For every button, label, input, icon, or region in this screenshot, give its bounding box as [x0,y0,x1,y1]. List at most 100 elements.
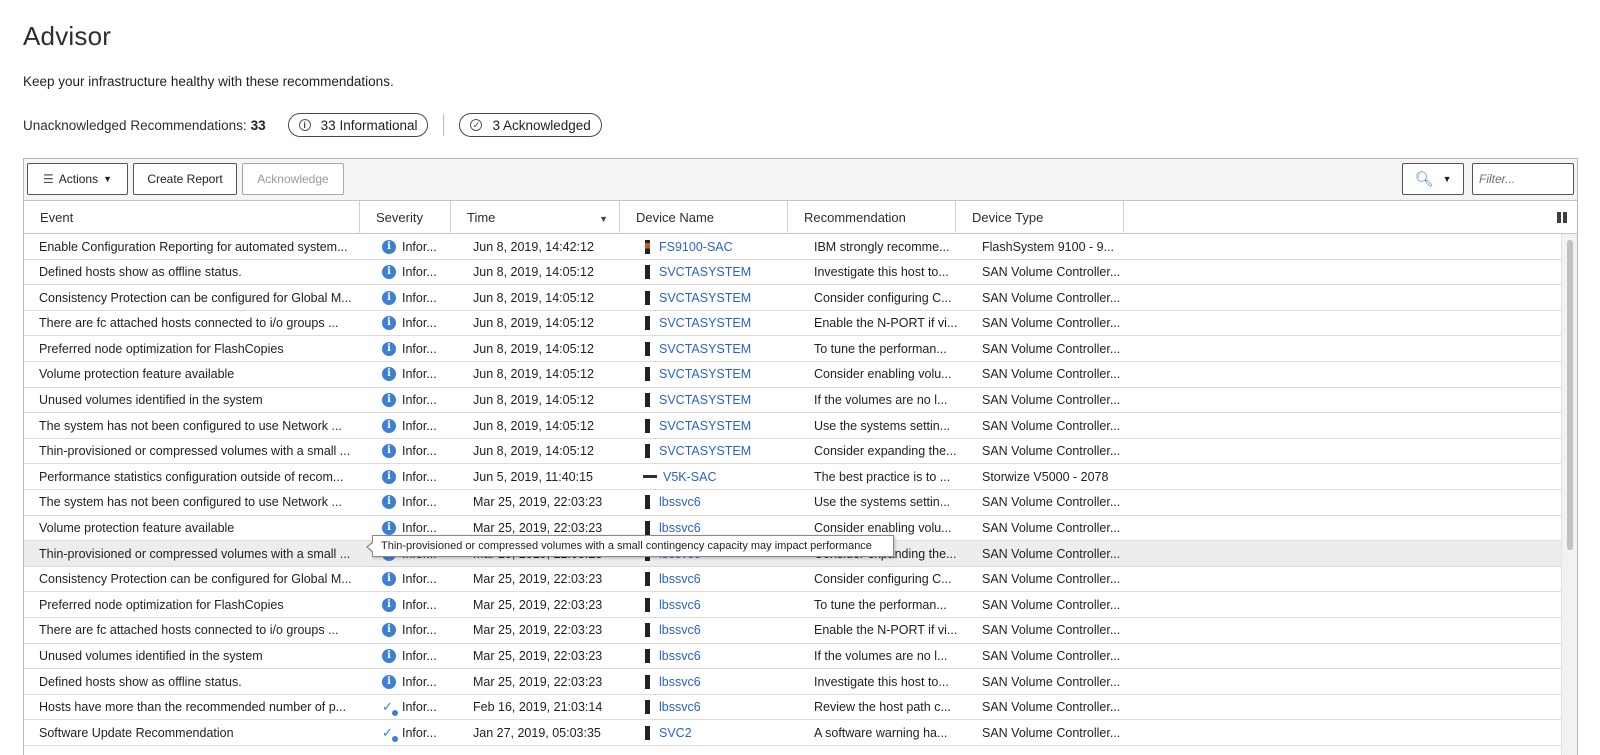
recommendation-cell: Consider configuring C... [814,290,952,305]
event-cell: Consistency Protection can be configured… [39,572,352,587]
event-cell: Defined hosts show as offline status. [39,265,242,280]
info-icon: i [382,367,396,382]
pill-divider [443,114,445,136]
time-cell: Mar 25, 2019, 22:03:23 [473,572,603,587]
info-icon: i [382,521,396,536]
device-link[interactable]: lbssvc6 [659,598,701,612]
informational-filter-pill[interactable]: i 33 Informational [287,113,429,137]
device-link[interactable]: V5K-SAC [663,470,717,484]
caret-down-icon: ▼ [103,174,113,184]
recommendation-cell: Use the systems settin... [814,495,951,510]
event-cell: Preferred node optimization for FlashCop… [39,341,284,356]
severity-label: Infor... [402,469,437,484]
device-link[interactable]: SVCTASYSTEM [659,265,751,279]
device-cell: SVCTASYSTEM [643,388,808,413]
column-header-event[interactable]: Event [24,201,360,234]
table-row[interactable]: Volume protection feature available i Inf… [24,362,1561,388]
table-row[interactable]: Preferred node optimization for FlashCop… [24,592,1561,618]
table-row[interactable]: There are fc attached hosts connected to… [24,618,1561,644]
scrollbar-thumb[interactable] [1567,240,1573,550]
info-icon: i [382,393,396,408]
grid-header: Event Severity Time ▼ Device Name Recomm… [24,201,1577,234]
acknowledge-button[interactable]: Acknowledge [242,163,344,195]
severity-cell: i Infor... [382,311,464,336]
info-icon: i [382,316,396,331]
device-link[interactable]: SVCTASYSTEM [659,444,751,458]
table-row[interactable]: Consistency Protection can be configured… [24,285,1561,311]
severity-label: Infor... [402,700,437,715]
acknowledged-filter-pill[interactable]: ✓ 3 Acknowledged [459,113,602,137]
column-header-recommendation[interactable]: Recommendation [788,201,956,234]
device-link[interactable]: lbssvc6 [659,675,701,689]
device-link[interactable]: SVCTASYSTEM [659,316,751,330]
device-type-cell: SAN Volume Controller... [982,649,1121,663]
recommendation-cell: A software warning ha... [814,725,948,740]
create-report-button[interactable]: Create Report [133,163,237,195]
svc-icon [645,341,650,356]
device-type-cell: SAN Volume Controller... [982,341,1121,356]
info-icon: i [382,341,396,356]
severity-cell: i Infor... [382,234,464,259]
event-cell: The system has not been configured to us… [39,495,342,510]
device-link[interactable]: SVC2 [659,726,692,740]
table-row[interactable]: Software Update Recommendation ✓ Infor...… [24,720,1561,746]
severity-cell: i Infor... [382,439,464,464]
recommendation-summary: Unacknowledged Recommendations: 33 i 33 … [23,113,602,137]
column-header-time[interactable]: Time ▼ [451,201,620,234]
info-icon: i [382,597,396,612]
table-row[interactable]: The system has not been configured to us… [24,490,1561,516]
filter-input[interactable] [1472,163,1574,195]
device-link[interactable]: SVCTASYSTEM [659,367,751,381]
device-link[interactable]: SVCTASYSTEM [659,393,751,407]
device-link[interactable]: lbssvc6 [659,572,701,586]
device-cell: SVCTASYSTEM [643,413,808,438]
severity-label: Infor... [402,341,437,356]
svc-icon [645,265,650,280]
vertical-scrollbar[interactable] [1561,234,1577,755]
column-header-severity[interactable]: Severity [360,201,451,234]
search-options-button[interactable]: 🔍︎ ▼ [1402,163,1464,195]
storwize-icon [643,475,657,479]
info-icon: i [382,649,396,663]
table-row[interactable]: Unused volumes identified in the system … [24,644,1561,670]
device-link[interactable]: lbssvc6 [659,649,701,663]
table-row[interactable]: Preferred node optimization for FlashCop… [24,336,1561,362]
column-header-device-type[interactable]: Device Type [956,201,1124,234]
device-link[interactable]: lbssvc6 [659,495,701,509]
table-row[interactable]: Hosts have more than the recommended num… [24,695,1561,721]
device-link[interactable]: lbssvc6 [659,521,701,535]
info-icon: i [382,623,396,638]
update-icon: ✓ [382,700,398,717]
event-cell: Consistency Protection can be configured… [39,290,352,305]
device-link[interactable]: lbssvc6 [659,623,701,637]
table-row[interactable]: Enable Configuration Reporting for autom… [24,234,1561,260]
column-header-device-name[interactable]: Device Name [620,201,788,234]
table-row[interactable]: Unused volumes identified in the system … [24,388,1561,414]
table-row[interactable]: Defined hosts show as offline status. iI… [24,260,1561,286]
table-row[interactable]: Consistency Protection can be configured… [24,567,1561,593]
table-row[interactable]: Thin-provisioned or compressed volumes w… [24,439,1561,465]
time-cell: Feb 16, 2019, 21:03:14 [473,700,603,715]
table-row[interactable]: There are fc attached hosts connected to… [24,311,1561,337]
device-cell: lbssvc6 [643,618,808,643]
device-link[interactable]: FS9100-SAC [659,240,733,254]
table-row[interactable]: Defined hosts show as offline status. iI… [24,669,1561,695]
device-link[interactable]: SVCTASYSTEM [659,342,751,356]
device-type-cell: SAN Volume Controller... [982,521,1121,536]
device-link[interactable]: SVCTASYSTEM [659,419,751,433]
time-cell: Mar 25, 2019, 22:03:23 [473,495,603,510]
device-type-cell: FlashSystem 9100 - 9... [982,239,1115,254]
list-icon: ☰ [42,172,54,186]
severity-label: Infor... [402,239,437,254]
device-link[interactable]: lbssvc6 [659,700,701,714]
svc-icon [645,674,650,689]
device-cell: SVCTASYSTEM [643,439,808,464]
table-row[interactable]: The system has not been configured to us… [24,413,1561,439]
severity-cell: i Infor... [382,669,464,694]
check-circle-icon: ✓ [470,119,483,131]
actions-menu-button[interactable]: ☰ Actions ▼ [27,163,128,195]
column-chooser-icon[interactable] [1557,212,1567,223]
time-cell: Jun 8, 2019, 14:05:12 [473,367,594,382]
device-link[interactable]: SVCTASYSTEM [659,291,751,305]
table-row[interactable]: Performance statistics configuration out… [24,464,1561,490]
